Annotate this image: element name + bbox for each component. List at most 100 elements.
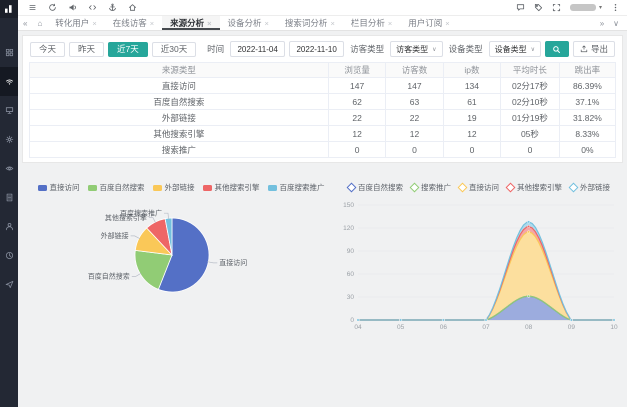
x-tick-label: 05 — [397, 324, 405, 331]
column-header: 来源类型 — [30, 63, 329, 78]
announce-icon[interactable] — [68, 3, 77, 12]
sidebar-item-screen[interactable] — [0, 96, 18, 125]
tag-icon[interactable] — [534, 3, 543, 12]
menu-icon[interactable] — [28, 3, 37, 12]
home-tab-button[interactable]: ⌂ — [32, 16, 47, 30]
tab-1[interactable]: 转化用户× — [47, 16, 104, 30]
close-tab-icon[interactable]: × — [207, 19, 211, 28]
data-point[interactable] — [527, 231, 529, 233]
quick-range-button-3[interactable]: 近7天 — [108, 42, 148, 57]
quick-range-button-4[interactable]: 近30天 — [152, 42, 196, 57]
legend-item[interactable]: 搜索推广 — [411, 182, 451, 193]
visitor-type-label: 访客类型 — [350, 43, 384, 55]
legend-item[interactable]: 百度自然搜索 — [348, 182, 403, 193]
tab-actions-button[interactable]: ∨ — [613, 19, 619, 28]
close-tab-icon[interactable]: × — [330, 19, 334, 28]
collapse-tabs-button[interactable]: « — [18, 16, 32, 30]
legend-item[interactable]: 百度自然搜索 — [88, 182, 145, 193]
chat-icon[interactable] — [516, 3, 525, 12]
legend-item[interactable]: 直接访问 — [459, 182, 499, 193]
more-options-icon[interactable] — [611, 3, 620, 12]
data-point[interactable] — [485, 319, 487, 321]
close-tab-icon[interactable]: × — [445, 19, 449, 28]
data-point[interactable] — [442, 319, 444, 321]
code-icon[interactable] — [88, 3, 97, 12]
sidebar-item-account[interactable] — [0, 212, 18, 241]
area-band[interactable] — [358, 296, 614, 320]
area-legend: 百度自然搜索 搜索推广直接访问其他搜索引擎 外部链接 — [334, 183, 624, 192]
quick-range-button-2[interactable]: 昨天 — [69, 42, 104, 57]
date-from-input[interactable]: 2022-11-04 — [230, 41, 285, 57]
table-cell: 134 — [443, 78, 500, 94]
data-point[interactable] — [399, 319, 401, 321]
pie-label-line — [131, 236, 140, 239]
tab-2[interactable]: 在线访客× — [105, 16, 162, 30]
area-chart[interactable]: 030609012015004050607080910 — [334, 193, 624, 333]
area-band[interactable] — [358, 227, 614, 321]
search-icon — [552, 45, 561, 54]
close-tab-icon[interactable]: × — [150, 19, 154, 28]
pie-label: 百度自然搜索 — [88, 272, 130, 281]
table-cell: 86.39% — [559, 78, 615, 94]
table-cell: 8.33% — [559, 126, 615, 142]
legend-marker — [506, 183, 516, 193]
legend-label: 外部链接 — [580, 182, 610, 193]
quick-range-button-1[interactable]: 今天 — [30, 42, 65, 57]
refresh-icon[interactable] — [48, 3, 57, 12]
anchor-icon[interactable] — [108, 3, 117, 12]
tab-label: 用户订阅 — [408, 17, 442, 29]
table-cell: 37.1% — [559, 94, 615, 110]
export-button[interactable]: 导出 — [573, 41, 615, 57]
tab-7[interactable]: 用户订阅× — [400, 16, 457, 30]
tab-5[interactable]: 搜索词分析× — [277, 16, 343, 30]
device-type-label: 设备类型 — [449, 43, 483, 55]
data-point[interactable] — [527, 295, 529, 297]
tab-3[interactable]: 来源分析× — [162, 16, 219, 30]
sidebar-item-publish[interactable] — [0, 270, 18, 299]
app-logo-icon[interactable] — [0, 0, 18, 18]
tab-4[interactable]: 设备分析× — [220, 16, 277, 30]
x-tick-label: 06 — [440, 324, 448, 331]
close-tab-icon[interactable]: × — [388, 19, 392, 28]
legend-item[interactable]: 百度搜索推广 — [268, 182, 325, 193]
area-band[interactable] — [358, 296, 614, 320]
area-band[interactable] — [358, 232, 614, 320]
pie-chart[interactable]: 直接访问百度自然搜索外部链接其他搜索引擎百度搜索推广 — [32, 193, 330, 327]
legend-item[interactable]: 直接访问 — [38, 182, 80, 193]
legend-item[interactable]: 其他搜索引擎 — [507, 182, 562, 193]
sidebar-item-report[interactable] — [0, 183, 18, 212]
data-point[interactable] — [613, 319, 615, 321]
data-point[interactable] — [527, 221, 529, 223]
user-menu[interactable]: ▾ — [570, 4, 602, 11]
sidebar-item-dashboard[interactable] — [0, 38, 18, 67]
legend-label: 搜索推广 — [421, 182, 451, 193]
filter-bar: 今天昨天近7天近30天 时间 2022-11-04 2022-11-10 访客类… — [23, 36, 622, 61]
y-tick-label: 120 — [343, 225, 354, 232]
table-row: 搜索推广00000% — [30, 142, 616, 158]
sidebar-item-settings[interactable] — [0, 125, 18, 154]
tab-overflow-button[interactable]: » — [600, 19, 604, 28]
area-band[interactable] — [358, 222, 614, 320]
data-point[interactable] — [527, 225, 529, 227]
search-button[interactable] — [545, 41, 569, 57]
date-to-input[interactable]: 2022-11-10 — [289, 41, 344, 57]
data-point[interactable] — [357, 319, 359, 321]
legend-item[interactable]: 外部链接 — [153, 182, 195, 193]
data-point[interactable] — [570, 319, 572, 321]
close-tab-icon[interactable]: × — [265, 19, 269, 28]
dashboard-icon — [5, 48, 14, 57]
tab-6[interactable]: 栏目分析× — [343, 16, 400, 30]
sidebar-item-history[interactable] — [0, 241, 18, 270]
legend-item[interactable]: 其他搜索引擎 — [203, 182, 260, 193]
table-cell: 12 — [443, 126, 500, 142]
column-header: ip数 — [443, 63, 500, 78]
settings-icon — [5, 135, 14, 144]
sidebar-item-preview[interactable] — [0, 154, 18, 183]
device-type-select[interactable]: 设备类型 ∨ — [489, 41, 541, 57]
close-tab-icon[interactable]: × — [92, 19, 96, 28]
legend-item[interactable]: 外部链接 — [570, 182, 610, 193]
expand-icon[interactable] — [552, 3, 561, 12]
home-icon[interactable] — [128, 3, 137, 12]
sidebar-item-visitors[interactable] — [0, 67, 18, 96]
visitor-type-select[interactable]: 访客类型 ∨ — [390, 41, 442, 57]
